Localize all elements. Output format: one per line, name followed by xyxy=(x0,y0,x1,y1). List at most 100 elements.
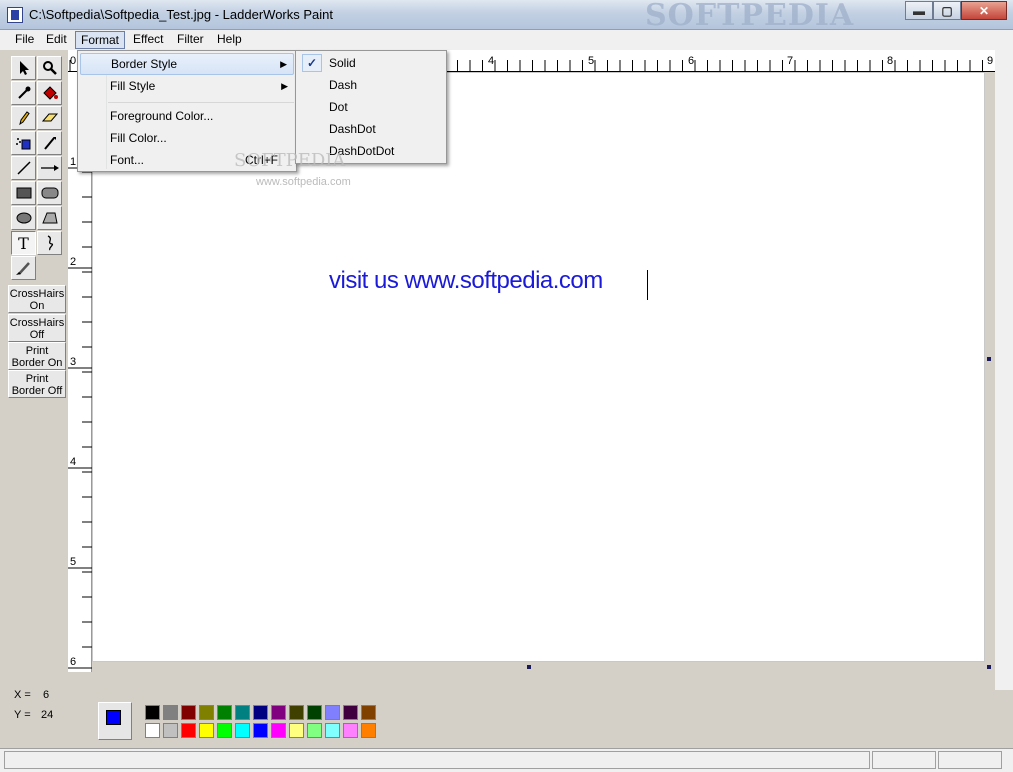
ruler-label: 6 xyxy=(70,656,76,668)
rectangle-icon[interactable] xyxy=(11,181,36,205)
submenu-arrow-icon: ▶ xyxy=(281,81,288,91)
resize-handle-right[interactable] xyxy=(987,357,991,361)
color-swatch[interactable] xyxy=(307,723,322,738)
color-swatch[interactable] xyxy=(217,705,232,720)
paintbrush-icon[interactable] xyxy=(11,256,36,280)
ellipse-icon[interactable] xyxy=(11,206,36,230)
color-swatch[interactable] xyxy=(235,705,250,720)
canvas-watermark: SOFTPEDIA xyxy=(234,150,346,171)
pencil-icon[interactable] xyxy=(11,106,36,130)
color-swatch[interactable] xyxy=(181,705,196,720)
color-swatch[interactable] xyxy=(325,723,340,738)
brush-icon[interactable] xyxy=(37,131,62,155)
print-border-on-button[interactable]: Print Border On xyxy=(8,342,66,370)
ruler-label: 5 xyxy=(588,55,594,67)
ruler-label: 9 xyxy=(987,55,993,67)
canvas-right-margin xyxy=(995,50,1013,690)
maximize-button[interactable]: ▢ xyxy=(933,1,961,20)
select-arrow-icon[interactable] xyxy=(11,56,36,80)
eraser-icon[interactable] xyxy=(37,106,62,130)
print-border-off-button[interactable]: Print Border Off xyxy=(8,370,66,398)
color-swatch[interactable] xyxy=(289,723,304,738)
border-style-dashdot[interactable]: DashDot xyxy=(298,118,444,140)
zoom-magnifier-icon[interactable] xyxy=(37,56,62,80)
y-coordinate-label: Y = xyxy=(14,709,31,721)
color-swatch[interactable] xyxy=(163,723,178,738)
solid-label: Solid xyxy=(329,56,356,70)
color-swatch[interactable] xyxy=(253,723,268,738)
color-swatch[interactable] xyxy=(325,705,340,720)
color-swatch[interactable] xyxy=(199,723,214,738)
color-swatch[interactable] xyxy=(343,723,358,738)
color-swatch[interactable] xyxy=(289,705,304,720)
current-colors[interactable] xyxy=(98,702,132,740)
menu-filter[interactable]: Filter xyxy=(172,31,209,49)
menu-format[interactable]: Format xyxy=(75,31,126,49)
color-swatch[interactable] xyxy=(145,723,160,738)
curve-tool-icon[interactable] xyxy=(37,231,62,255)
checkmark-icon: ✓ xyxy=(302,54,322,72)
border-style-submenu: ✓ Solid Dash Dot DashDot DashDotDot xyxy=(295,50,447,164)
x-coordinate-value: 6 xyxy=(43,689,50,701)
border-style-dash[interactable]: Dash xyxy=(298,74,444,96)
menu-separator xyxy=(108,102,294,103)
eyedropper-icon[interactable] xyxy=(11,81,36,105)
foreground-color-menu-item[interactable]: Foreground Color... xyxy=(80,105,294,127)
spray-can-icon[interactable] xyxy=(11,131,36,155)
color-swatch[interactable] xyxy=(199,705,214,720)
foreground-color-swatch[interactable] xyxy=(106,710,121,725)
color-swatch[interactable] xyxy=(361,723,376,738)
color-swatch[interactable] xyxy=(307,705,322,720)
color-swatch[interactable] xyxy=(361,705,376,720)
color-swatch[interactable] xyxy=(217,723,232,738)
menu-file[interactable]: File xyxy=(10,31,39,49)
color-swatch[interactable] xyxy=(163,705,178,720)
polygon-icon[interactable] xyxy=(37,206,62,230)
color-swatch[interactable] xyxy=(343,705,358,720)
title-bar: C:\Softpedia\Softpedia_Test.jpg - Ladder… xyxy=(0,0,1013,33)
minimize-button[interactable]: ▬ xyxy=(905,1,933,20)
color-swatch[interactable] xyxy=(181,723,196,738)
color-swatch[interactable] xyxy=(253,705,268,720)
ruler-label: 7 xyxy=(787,55,793,67)
resize-handle-corner[interactable] xyxy=(987,665,991,669)
crosshairs-on-button[interactable]: CrossHairs On xyxy=(8,285,66,313)
line-tool-icon[interactable] xyxy=(11,156,36,180)
close-button[interactable]: ✕ xyxy=(961,1,1007,20)
status-pane-2 xyxy=(872,751,936,769)
paint-bucket-icon[interactable] xyxy=(37,81,62,105)
border-style-label: Border Style xyxy=(111,57,178,71)
rounded-rectangle-icon[interactable] xyxy=(37,181,62,205)
ruler-label: 2 xyxy=(70,256,76,268)
ruler-label: 4 xyxy=(488,55,494,67)
color-swatch[interactable] xyxy=(271,723,286,738)
menu-help[interactable]: Help xyxy=(212,31,247,49)
color-swatch[interactable] xyxy=(145,705,160,720)
ruler-label: 4 xyxy=(70,456,76,468)
ruler-label: 0 xyxy=(70,55,76,67)
status-pane-3 xyxy=(938,751,1002,769)
y-coordinate-value: 24 xyxy=(41,709,54,721)
status-bar xyxy=(0,748,1013,772)
text-tool-icon[interactable]: T xyxy=(11,231,36,255)
app-icon[interactable] xyxy=(7,7,23,23)
window-title: C:\Softpedia\Softpedia_Test.jpg - Ladder… xyxy=(29,7,333,22)
color-swatch[interactable] xyxy=(235,723,250,738)
ruler-label: 3 xyxy=(70,356,76,368)
menu-effect[interactable]: Effect xyxy=(128,31,168,49)
menu-edit[interactable]: Edit xyxy=(41,31,72,49)
arrow-line-icon[interactable] xyxy=(37,156,62,180)
resize-handle-bottom[interactable] xyxy=(527,665,531,669)
color-swatch[interactable] xyxy=(271,705,286,720)
submenu-arrow-icon: ▶ xyxy=(280,59,287,69)
canvas-text[interactable]: visit us www.softpedia.com xyxy=(329,267,603,295)
border-style-dot[interactable]: Dot xyxy=(298,96,444,118)
font-label: Font... xyxy=(110,153,145,167)
ruler-label: 6 xyxy=(688,55,694,67)
border-style-solid[interactable]: ✓ Solid xyxy=(298,52,444,74)
fill-color-menu-item[interactable]: Fill Color... xyxy=(80,127,294,149)
crosshairs-off-button[interactable]: CrossHairs Off xyxy=(8,314,66,342)
border-style-menu-item[interactable]: Border Style ▶ xyxy=(80,53,294,75)
ruler-label: 1 xyxy=(70,156,76,168)
fill-style-menu-item[interactable]: Fill Style ▶ xyxy=(80,75,294,97)
